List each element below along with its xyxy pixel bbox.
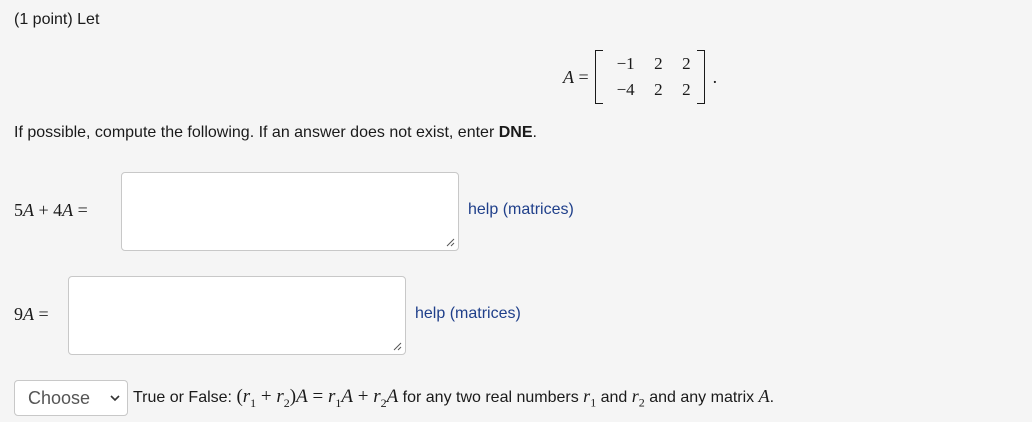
q1-equals: = (73, 200, 88, 220)
tf-prefix: True or False: (133, 389, 237, 406)
q2-coef: 9 (14, 304, 23, 324)
tf-r2: r2 (631, 386, 645, 410)
matrix-entry: 2 (682, 54, 691, 73)
eq-matrix: A (341, 386, 353, 407)
matrix-entries: −1 2 2 −4 2 2 (603, 51, 697, 103)
resize-grip-icon[interactable] (392, 341, 402, 351)
matrix-left-bracket (594, 50, 603, 104)
q1-plus-coef: + 4 (34, 200, 63, 220)
instruction-suffix: . (532, 124, 537, 141)
q1-matrix-1: A (23, 200, 34, 220)
q1-matrix-2: A (62, 200, 74, 220)
eq-plus: + (352, 386, 374, 407)
instruction-text: If possible, compute the following. If a… (14, 124, 537, 142)
q1-coef-1: 5 (14, 200, 23, 220)
resize-grip-icon[interactable] (445, 237, 455, 247)
answer-input-1[interactable] (121, 172, 459, 251)
chevron-down-icon (110, 395, 120, 402)
true-false-select[interactable]: Choose (14, 380, 128, 416)
matrix-entry: 2 (654, 80, 663, 99)
tf-middle: for any two real numbers (398, 389, 584, 406)
question-1-label: 5A + 4A = (14, 200, 88, 221)
matrix-equals: = (578, 66, 589, 87)
instruction-prefix: If possible, compute the following. If a… (14, 124, 499, 141)
q2-matrix: A (23, 304, 34, 324)
matrix-definition: A = −1 2 2 −4 2 2 . (563, 50, 717, 104)
matrix-lhs: A = (563, 67, 589, 88)
true-false-statement: True or False: (r1 + r2)A = r1A + r2A fo… (133, 386, 774, 411)
tf-matrix-name: A (758, 386, 770, 406)
question-2-label: 9A = (14, 304, 49, 325)
matrix-entry: 2 (654, 54, 663, 73)
tf-end: . (769, 389, 775, 406)
q2-equals: = (34, 304, 49, 324)
help-matrices-link-2[interactable]: help (matrices) (415, 305, 521, 323)
tf-r1: r1 (583, 386, 596, 410)
matrix-right-bracket (696, 50, 705, 104)
matrix-entry: −1 (616, 54, 635, 73)
answer-input-2[interactable] (68, 276, 406, 355)
eq-plus: + (256, 386, 277, 407)
eq-equals: = (307, 386, 328, 407)
tf-equation: (r1 + r2)A = r1A + r2A (236, 386, 399, 410)
matrix-entry: 2 (682, 80, 691, 99)
matrix-entry: −4 (616, 80, 635, 99)
problem-header: (1 point) Let (14, 11, 100, 28)
eq-r: r (276, 386, 284, 407)
eq-matrix: A (296, 386, 308, 407)
select-selected-value: Choose (28, 387, 91, 408)
r2-letter: r (631, 386, 639, 406)
instruction-dne: DNE (498, 124, 533, 141)
matrix-name: A (563, 66, 574, 87)
tf-suffix: and any matrix (644, 389, 759, 406)
help-matrices-link-1[interactable]: help (matrices) (468, 201, 574, 219)
eq-matrix: A (386, 386, 399, 407)
tf-and: and (596, 389, 632, 406)
matrix-period: . (712, 66, 718, 87)
eq-r: r (373, 386, 381, 407)
